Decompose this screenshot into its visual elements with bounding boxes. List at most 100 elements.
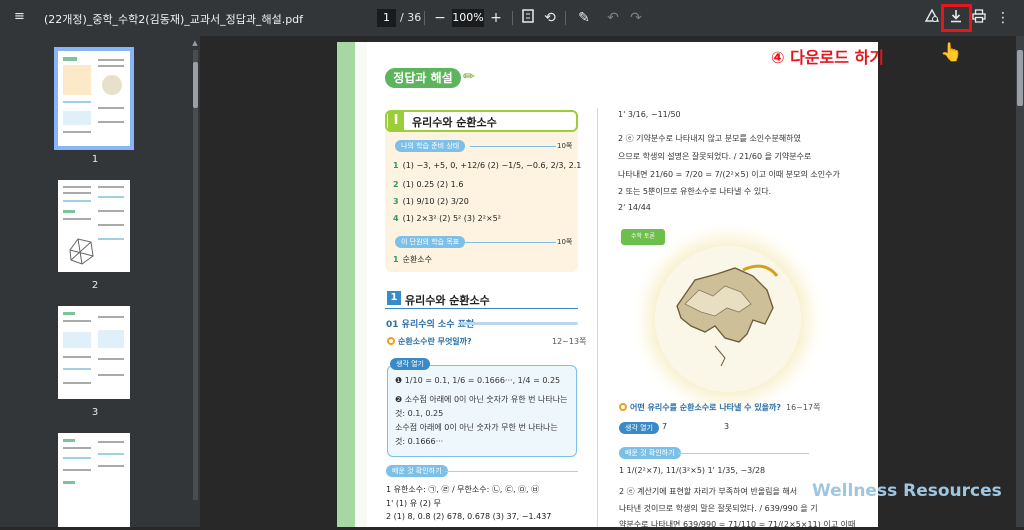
scrollbar-thumb[interactable] (1017, 50, 1023, 106)
unit-number-badge: I (388, 112, 404, 130)
thumb-line (63, 65, 91, 95)
goal-rule (462, 242, 556, 243)
answer-text: (1) 9/10 (2) 3/20 (402, 197, 469, 206)
thumbnail-label: 3 (91, 407, 99, 418)
answer-line: 1' 3/16, −11/50 (618, 110, 681, 119)
check-line-text: 1 유한소수: ㉠, ㉣ / 무한소수: ㉡, ㉢, ㉤, ㉥ (386, 485, 540, 494)
draw-icon[interactable]: ✎ (575, 9, 593, 27)
fit-page-icon[interactable] (519, 9, 537, 27)
check-line-text: 나타낸 것이므로 학생의 말은 잘못되었다. / 639/990 을 기 (619, 504, 818, 513)
thumb-line (63, 356, 91, 358)
answer-text: 순환소수 (402, 255, 433, 264)
thumb-line (63, 200, 91, 202)
goal-label: 이 단원의 학습 목표 (395, 236, 466, 248)
section-number-badge: 1 (387, 291, 401, 305)
thumb-line (63, 481, 75, 484)
check-line-text: 2 (1) 8, 0.8̇ (2) 678, 0.6̇78̇ (3) 37, −… (386, 512, 552, 521)
think-line: 것: 0.1666··· (395, 437, 444, 446)
answer-row: 3 (1) 9/10 (2) 3/20 (393, 197, 469, 206)
thumbnail-label: 1 (91, 154, 99, 165)
readiness-page: 10쪽 (557, 142, 573, 150)
answer-line: 으므로 학생의 설명은 잘못되었다. / 21/60 을 기약분수로 (618, 152, 812, 161)
column-divider (597, 108, 598, 527)
watermark-text: Wellness Resources (812, 481, 1002, 501)
document-viewer[interactable] (200, 36, 1024, 527)
thumbnail-page-4[interactable] (58, 433, 130, 527)
thumb-line (63, 320, 91, 322)
rotate-icon[interactable]: ⟲ (541, 9, 559, 27)
thumbnail-page-2[interactable] (58, 180, 130, 272)
thumb-line (98, 196, 124, 198)
answer-number: 2 (393, 180, 399, 189)
answers-header: 정답과 해설 (385, 68, 461, 88)
check-line-text: 1 1/(2²×7), 11/(3²×5) 1' 1/35, −3/28 (619, 466, 766, 475)
scrollbar-track (193, 50, 198, 500)
map-tag: 수학 토론 (621, 229, 665, 245)
pencil-icon: ✏ (463, 69, 475, 85)
thumb-line (98, 210, 124, 212)
more-icon[interactable]: ⋮ (994, 9, 1012, 27)
thumb-line (63, 210, 75, 213)
scroll-up-icon[interactable]: ▲ (191, 39, 199, 47)
think-answer: 7 (662, 422, 668, 431)
think-line: 것: 0.1, 0.25 (395, 409, 444, 418)
menu-icon[interactable]: ≡ (14, 10, 28, 24)
zoom-input[interactable]: 100% (452, 9, 484, 27)
readiness-rule (470, 146, 556, 147)
thumb-line (63, 101, 91, 103)
thumb-line (63, 439, 75, 442)
think-line: ❷ 소수점 아래에 0이 아닌 숫자가 유한 번 나타나는 (395, 395, 568, 404)
download-instruction-label: ④ 다운로드 하기 (771, 48, 885, 67)
thumb-line (98, 330, 124, 348)
thumbnail-page-3[interactable] (58, 306, 130, 399)
page-number-input[interactable]: 1 (377, 9, 396, 27)
think-tag: 생각 열기 (619, 422, 659, 434)
think-line: ❶ 1/10 = 0.1, 1/6 = 0.1666···, 1/4 = 0.2… (395, 376, 561, 385)
pointing-hand-icon: 👆 (940, 42, 963, 63)
undo-icon[interactable]: ↶ (604, 9, 622, 27)
question-pages: 16~17쪽 (786, 403, 821, 412)
thumbnail-label: 2 (91, 280, 99, 291)
zoom-in-icon[interactable]: + (487, 9, 505, 27)
question-icon (619, 403, 627, 411)
unit-title: 유리수와 순환소수 (412, 116, 497, 129)
thumb-line (98, 59, 124, 61)
redo-icon[interactable]: ↷ (627, 9, 645, 27)
thumb-map-icon (102, 75, 122, 95)
viewer-scrollbar[interactable] (1016, 36, 1024, 527)
question-icon (387, 337, 395, 345)
thumb-line (98, 224, 124, 226)
thumb-diagram-icon (69, 238, 94, 265)
zoom-out-icon[interactable]: − (431, 9, 449, 27)
thumb-line (98, 107, 124, 109)
check-tag: 배운 것 확인하기 (386, 465, 448, 477)
answer-row: 1 순환소수 (393, 254, 432, 265)
check-tag: 배운 것 확인하기 (619, 447, 681, 459)
thumbnail-page-1[interactable] (54, 47, 134, 150)
thumb-line (63, 192, 91, 194)
thumb-line (63, 111, 91, 125)
thumb-line (98, 465, 124, 467)
thumb-line (63, 457, 91, 459)
page-margin-tab (355, 42, 367, 527)
answer-row: 2 (1) 0.25 (2) 1.6 (393, 180, 463, 189)
sidebar-scrollbar[interactable] (191, 50, 198, 500)
section-rule (385, 308, 578, 309)
thumb-line (63, 57, 77, 61)
goal-page: 10쪽 (557, 238, 573, 246)
think-answer: 3 (724, 422, 730, 431)
answer-line: 2' 14/44 (618, 203, 651, 212)
section-title: 유리수와 순환소수 (405, 294, 490, 307)
pdf-toolbar: ≡ (22개정)_중학_수학2(김동재)_교과서_정답과_해설.pdf 1 / … (0, 0, 1024, 36)
answer-text: (1) 2×3² (2) 5² (3) 2²×5² (402, 214, 501, 223)
annotate-icon[interactable] (923, 8, 941, 27)
answer-line: 2 또는 5뿐이므로 유한소수로 나타낼 수 있다. (618, 187, 772, 196)
scrollbar-thumb[interactable] (193, 62, 198, 108)
answer-line: 나타내면 21/60 = 7/20 = 7/(2²×5) 이고 이때 분모의 소… (618, 170, 840, 179)
map-illustration (655, 246, 801, 392)
print-icon[interactable] (970, 9, 988, 27)
answer-line: 2 ⓔ 기약분수로 나타내지 않고 분모를 소인수분해하였 (618, 134, 801, 143)
answer-row: 4 (1) 2×3² (2) 5² (3) 2²×5² (393, 214, 501, 223)
thumb-line (98, 121, 124, 123)
check-rule (445, 471, 578, 472)
